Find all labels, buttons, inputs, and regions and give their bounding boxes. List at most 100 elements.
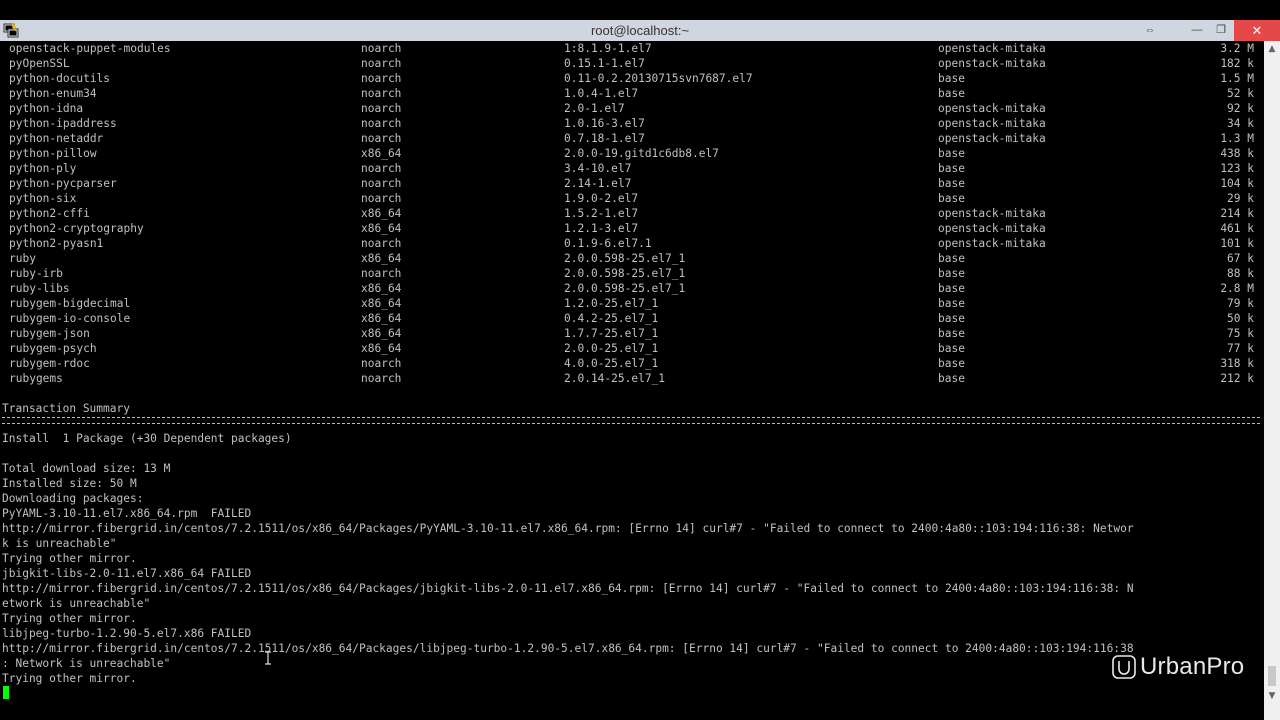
package-version: 1.0.16-3.el7 [564,117,645,130]
log-line: http://mirror.fibergrid.in/centos/7.2.15… [2,522,1134,535]
package-version: 0.1.9-6.el7.1 [564,237,652,250]
package-name: rubygem-psych [9,342,97,355]
log-line: Trying other mirror. [2,552,137,565]
terminal-output[interactable]: openstack-puppet-modules noarch 1:8.1.9-1.… [0,41,1264,720]
package-arch: noarch [361,237,402,250]
package-name: rubygem-rdoc [9,357,90,370]
package-arch: x86_64 [361,342,402,355]
top-black-strip [0,0,1280,20]
package-name: python-enum34 [9,87,97,100]
package-repo: base [938,72,965,85]
package-size: 75 k [1227,327,1254,340]
package-arch: noarch [361,132,402,145]
package-arch: noarch [361,102,402,115]
restore-button[interactable]: ❐ [1208,20,1234,41]
package-size: 212 k [1220,372,1254,385]
package-name: python-netaddr [9,132,104,145]
package-repo: base [938,252,965,265]
package-repo: base [938,372,965,385]
package-name: openstack-puppet-modules [9,42,171,55]
package-size: 101 k [1220,237,1254,250]
log-line: http://mirror.fibergrid.in/centos/7.2.15… [2,642,1134,655]
package-arch: x86_64 [361,207,402,220]
package-arch: noarch [361,372,402,385]
package-version: 0.15.1-1.el7 [564,57,645,70]
package-version: 2.0-1.el7 [564,102,625,115]
vertical-scrollbar[interactable]: ▲ ▼ [1264,41,1280,720]
package-repo: openstack-mitaka [938,132,1046,145]
package-repo: base [938,342,965,355]
package-arch: x86_64 [361,327,402,340]
close-button[interactable]: ✕ [1234,20,1280,41]
package-repo: openstack-mitaka [938,57,1046,70]
package-arch: x86_64 [361,282,402,295]
resize-arrows-icon[interactable]: ⇔ [1137,20,1163,41]
package-version: 2.0.0.598-25.el7_1 [564,252,686,265]
package-arch: noarch [361,357,402,370]
package-arch: noarch [361,192,402,205]
minimize-button[interactable]: — [1184,20,1210,41]
package-size: 461 k [1220,222,1254,235]
package-repo: base [938,192,965,205]
install-summary: Install 1 Package (+30 Dependent package… [2,432,292,445]
package-name: python-pycparser [9,177,117,190]
package-size: 67 k [1227,252,1254,265]
package-version: 0.4.2-25.el7_1 [564,312,659,325]
log-line: Installed size: 50 M [2,477,137,490]
package-size: 182 k [1220,57,1254,70]
package-arch: noarch [361,57,402,70]
package-version: 1.5.2-1.el7 [564,207,639,220]
log-line: Trying other mirror. [2,672,137,685]
package-repo: base [938,147,965,160]
package-arch: noarch [361,162,402,175]
package-arch: noarch [361,177,402,190]
scroll-thumb[interactable] [1268,666,1276,686]
package-version: 3.4-10.el7 [564,162,632,175]
package-name: ruby-libs [9,282,70,295]
package-arch: noarch [361,267,402,280]
scroll-up-icon[interactable]: ▲ [1264,41,1280,57]
scroll-down-icon[interactable]: ▼ [1264,688,1280,704]
package-size: 34 k [1227,117,1254,130]
package-repo: openstack-mitaka [938,237,1046,250]
package-repo: base [938,327,965,340]
package-name: python-docutils [9,72,111,85]
package-repo: base [938,297,965,310]
package-size: 1.5 M [1220,72,1254,85]
package-name: rubygem-bigdecimal [9,297,131,310]
package-repo: openstack-mitaka [938,42,1046,55]
package-size: 79 k [1227,297,1254,310]
package-arch: x86_64 [361,297,402,310]
package-version: 4.0.0-25.el7_1 [564,357,659,370]
package-size: 214 k [1220,207,1254,220]
package-size: 50 k [1227,312,1254,325]
log-line: Downloading packages: [2,492,144,505]
window-titlebar[interactable]: root@localhost:~ ⇔ — ❐ ✕ [0,20,1280,42]
package-repo: base [938,282,965,295]
package-arch: x86_64 [361,252,402,265]
log-line: etwork is unreachable" [2,597,151,610]
package-repo: base [938,177,965,190]
package-repo: base [938,162,965,175]
package-arch: noarch [361,72,402,85]
package-name: python-six [9,192,77,205]
package-name: python-ply [9,162,77,175]
package-version: 0.7.18-1.el7 [564,132,645,145]
package-name: python2-cffi [9,207,90,220]
log-line: PyYAML-3.10-11.el7.x86_64.rpm FAILED [2,507,252,520]
package-name: python2-pyasn1 [9,237,104,250]
package-version: 2.0.0.598-25.el7_1 [564,267,686,280]
package-version: 0.11-0.2.20130715svn7687.el7 [564,72,753,85]
package-arch: noarch [361,42,402,55]
package-size: 92 k [1227,102,1254,115]
package-name: ruby [9,252,36,265]
package-arch: x86_64 [361,147,402,160]
package-version: 1.2.0-25.el7_1 [564,297,659,310]
watermark: UrbanPro [1112,652,1244,682]
package-size: 1.3 M [1220,132,1254,145]
package-name: python-ipaddress [9,117,117,130]
package-size: 2.8 M [1220,282,1254,295]
package-repo: openstack-mitaka [938,117,1046,130]
package-name: python-pillow [9,147,97,160]
package-size: 52 k [1227,87,1254,100]
